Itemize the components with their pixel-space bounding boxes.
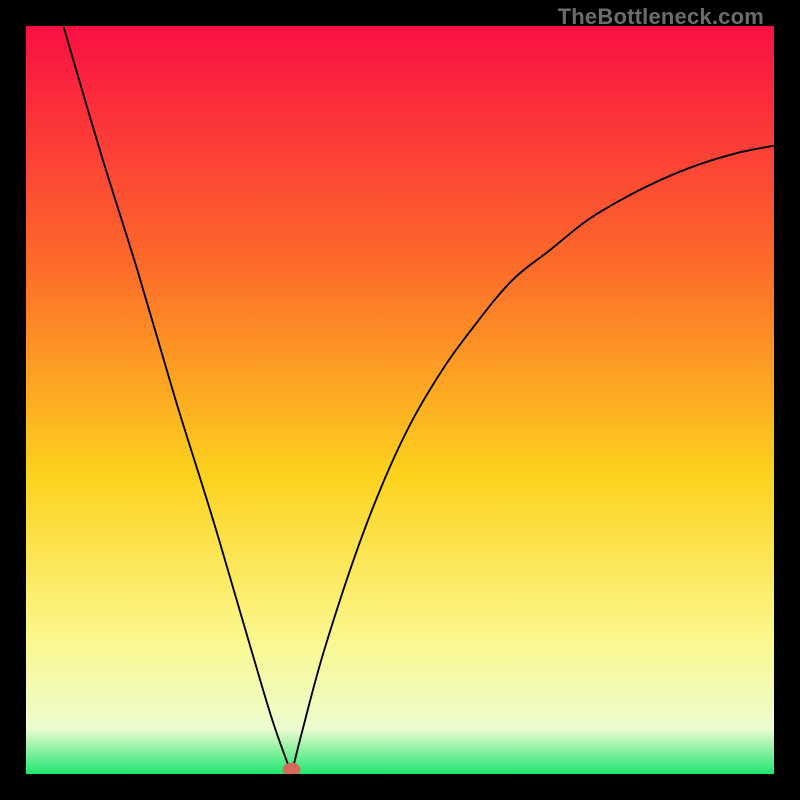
chart-frame: TheBottleneck.com (0, 0, 800, 800)
plot-area (26, 26, 774, 774)
gradient-background (26, 26, 774, 774)
watermark-label: TheBottleneck.com (558, 4, 764, 30)
